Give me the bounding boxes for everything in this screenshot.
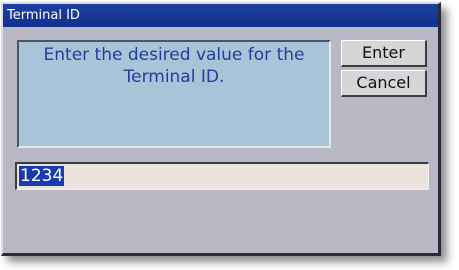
terminal-id-dialog: Terminal ID Enter the desired value for … [1, 2, 441, 256]
terminal-id-value: 1234 [19, 166, 65, 186]
message-line-2: Terminal ID. [123, 67, 225, 87]
message-panel: Enter the desired value for the Terminal… [17, 40, 331, 148]
enter-button[interactable]: Enter [341, 40, 427, 67]
dialog-title: Terminal ID [7, 8, 80, 23]
cancel-button[interactable]: Cancel [341, 70, 427, 97]
dialog-titlebar: Terminal ID [3, 4, 438, 27]
terminal-id-input[interactable]: 1234 [15, 162, 429, 190]
message-line-1: Enter the desired value for the [43, 45, 305, 65]
